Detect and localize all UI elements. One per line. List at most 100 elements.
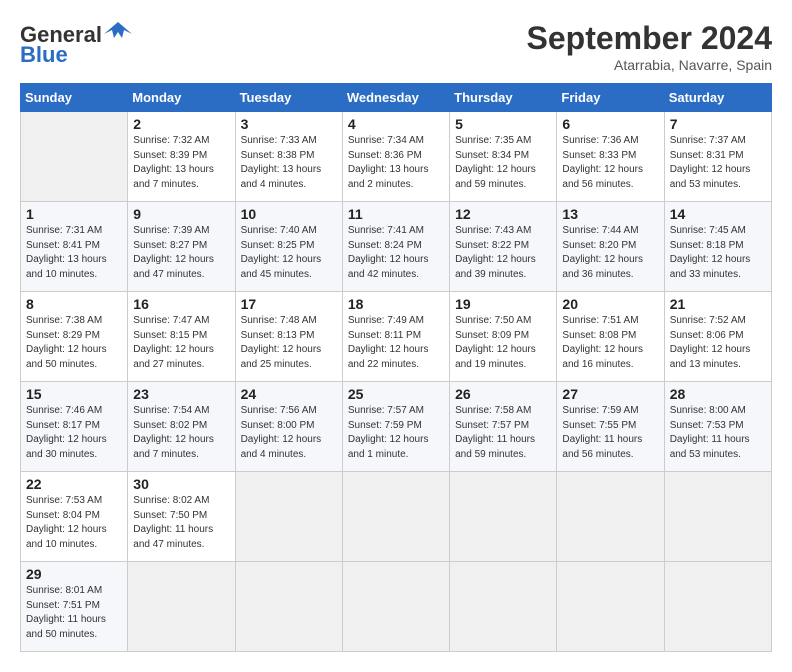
calendar-day-cell: 2 Sunrise: 7:32 AMSunset: 8:39 PMDaylight… (128, 112, 235, 202)
day-info: Sunrise: 8:01 AMSunset: 7:51 PMDaylight:… (26, 584, 122, 642)
day-number: 29 (26, 566, 122, 582)
calendar-table: Sunday Monday Tuesday Wednesday Thursday… (20, 83, 772, 652)
day-info: Sunrise: 7:57 AMSunset: 7:59 PMDaylight:… (348, 404, 444, 462)
day-number: 13 (562, 206, 658, 222)
calendar-day-cell: 4 Sunrise: 7:34 AMSunset: 8:36 PMDaylight… (342, 112, 449, 202)
calendar-day-cell (342, 472, 449, 562)
calendar-day-cell: 17 Sunrise: 7:48 AMSunset: 8:13 PMDayligh… (235, 292, 342, 382)
day-info: Sunrise: 7:32 AMSunset: 8:39 PMDaylight:… (133, 134, 229, 192)
logo-bird-icon (104, 20, 132, 42)
day-info: Sunrise: 7:36 AMSunset: 8:33 PMDaylight:… (562, 134, 658, 192)
day-info: Sunrise: 7:52 AMSunset: 8:06 PMDaylight:… (670, 314, 766, 372)
day-info: Sunrise: 7:46 AMSunset: 8:17 PMDaylight:… (26, 404, 122, 462)
calendar-day-cell (664, 562, 771, 652)
col-friday: Friday (557, 84, 664, 112)
month-year: September 2024 (527, 20, 772, 57)
calendar-day-cell: 12Sunrise: 7:43 AMSunset: 8:22 PMDayligh… (450, 202, 557, 292)
day-number: 25 (348, 386, 444, 402)
calendar-day-cell: 10 Sunrise: 7:40 AMSunset: 8:25 PMDayligh… (235, 202, 342, 292)
day-number: 27 (562, 386, 658, 402)
calendar-day-cell (664, 472, 771, 562)
calendar-day-cell: 21 Sunrise: 7:52 AMSunset: 8:06 PMDayligh… (664, 292, 771, 382)
day-info: Sunrise: 7:54 AMSunset: 8:02 PMDaylight:… (133, 404, 229, 462)
calendar-week-row: 2 Sunrise: 7:32 AMSunset: 8:39 PMDaylight… (21, 112, 772, 202)
day-number: 4 (348, 116, 444, 132)
day-info: Sunrise: 7:49 AMSunset: 8:11 PMDaylight:… (348, 314, 444, 372)
calendar-day-cell: 5 Sunrise: 7:35 AMSunset: 8:34 PMDaylight… (450, 112, 557, 202)
day-number: 2 (133, 116, 229, 132)
day-number: 30 (133, 476, 229, 492)
calendar-week-row: 29 Sunrise: 8:01 AMSunset: 7:51 PMDayligh… (21, 562, 772, 652)
calendar-day-cell (235, 562, 342, 652)
day-info: Sunrise: 7:40 AMSunset: 8:25 PMDaylight:… (241, 224, 337, 282)
day-info: Sunrise: 7:38 AMSunset: 8:29 PMDaylight:… (26, 314, 122, 372)
calendar-day-cell: 9 Sunrise: 7:39 AMSunset: 8:27 PMDaylight… (128, 202, 235, 292)
day-info: Sunrise: 7:48 AMSunset: 8:13 PMDaylight:… (241, 314, 337, 372)
day-info: Sunrise: 7:41 AMSunset: 8:24 PMDaylight:… (348, 224, 444, 282)
day-info: Sunrise: 7:34 AMSunset: 8:36 PMDaylight:… (348, 134, 444, 192)
day-number: 21 (670, 296, 766, 312)
day-info: Sunrise: 7:33 AMSunset: 8:38 PMDaylight:… (241, 134, 337, 192)
calendar-day-cell: 29 Sunrise: 8:01 AMSunset: 7:51 PMDayligh… (21, 562, 128, 652)
day-number: 3 (241, 116, 337, 132)
day-number: 28 (670, 386, 766, 402)
calendar-day-cell (342, 562, 449, 652)
calendar-day-cell: 13 Sunrise: 7:44 AMSunset: 8:20 PMDayligh… (557, 202, 664, 292)
location: Atarrabia, Navarre, Spain (527, 57, 772, 73)
day-number: 14 (670, 206, 766, 222)
calendar-day-cell (450, 472, 557, 562)
day-number: 22 (26, 476, 122, 492)
calendar-day-cell (128, 562, 235, 652)
day-number: 16 (133, 296, 229, 312)
day-number: 8 (26, 296, 122, 312)
calendar-day-cell: 20Sunrise: 7:51 AMSunset: 8:08 PMDayligh… (557, 292, 664, 382)
day-number: 24 (241, 386, 337, 402)
calendar-day-cell (21, 112, 128, 202)
day-number: 23 (133, 386, 229, 402)
day-number: 5 (455, 116, 551, 132)
calendar-day-cell: 19Sunrise: 7:50 AMSunset: 8:09 PMDayligh… (450, 292, 557, 382)
col-tuesday: Tuesday (235, 84, 342, 112)
calendar-week-row: 22 Sunrise: 7:53 AMSunset: 8:04 PMDayligh… (21, 472, 772, 562)
calendar-day-cell: 6Sunrise: 7:36 AMSunset: 8:33 PMDaylight… (557, 112, 664, 202)
day-info: Sunrise: 7:58 AMSunset: 7:57 PMDaylight:… (455, 404, 551, 462)
day-info: Sunrise: 7:39 AMSunset: 8:27 PMDaylight:… (133, 224, 229, 282)
day-info: Sunrise: 7:37 AMSunset: 8:31 PMDaylight:… (670, 134, 766, 192)
logo: General Blue (20, 20, 132, 68)
day-info: Sunrise: 7:47 AMSunset: 8:15 PMDaylight:… (133, 314, 229, 372)
page-header: General Blue September 2024 Atarrabia, N… (20, 20, 772, 73)
calendar-week-row: 1Sunrise: 7:31 AMSunset: 8:41 PMDaylight… (21, 202, 772, 292)
day-info: Sunrise: 7:50 AMSunset: 8:09 PMDaylight:… (455, 314, 551, 372)
day-number: 10 (241, 206, 337, 222)
day-info: Sunrise: 7:35 AMSunset: 8:34 PMDaylight:… (455, 134, 551, 192)
day-number: 26 (455, 386, 551, 402)
col-thursday: Thursday (450, 84, 557, 112)
calendar-day-cell: 3 Sunrise: 7:33 AMSunset: 8:38 PMDaylight… (235, 112, 342, 202)
calendar-day-cell: 24Sunrise: 7:56 AMSunset: 8:00 PMDayligh… (235, 382, 342, 472)
calendar-day-cell: 30Sunrise: 8:02 AMSunset: 7:50 PMDayligh… (128, 472, 235, 562)
calendar-week-row: 8 Sunrise: 7:38 AMSunset: 8:29 PMDaylight… (21, 292, 772, 382)
day-number: 7 (670, 116, 766, 132)
day-number: 17 (241, 296, 337, 312)
day-number: 11 (348, 206, 444, 222)
day-info: Sunrise: 7:53 AMSunset: 8:04 PMDaylight:… (26, 494, 122, 552)
calendar-day-cell: 18 Sunrise: 7:49 AMSunset: 8:11 PMDayligh… (342, 292, 449, 382)
day-number: 12 (455, 206, 551, 222)
calendar-day-cell: 7 Sunrise: 7:37 AMSunset: 8:31 PMDaylight… (664, 112, 771, 202)
calendar-day-cell: 15Sunrise: 7:46 AMSunset: 8:17 PMDayligh… (21, 382, 128, 472)
calendar-day-cell: 22 Sunrise: 7:53 AMSunset: 8:04 PMDayligh… (21, 472, 128, 562)
day-number: 1 (26, 206, 122, 222)
calendar-day-cell: 16 Sunrise: 7:47 AMSunset: 8:15 PMDayligh… (128, 292, 235, 382)
calendar-day-cell: 1Sunrise: 7:31 AMSunset: 8:41 PMDaylight… (21, 202, 128, 292)
col-saturday: Saturday (664, 84, 771, 112)
col-monday: Monday (128, 84, 235, 112)
day-number: 18 (348, 296, 444, 312)
day-info: Sunrise: 7:45 AMSunset: 8:18 PMDaylight:… (670, 224, 766, 282)
calendar-day-cell: 14 Sunrise: 7:45 AMSunset: 8:18 PMDayligh… (664, 202, 771, 292)
day-number: 9 (133, 206, 229, 222)
day-info: Sunrise: 7:51 AMSunset: 8:08 PMDaylight:… (562, 314, 658, 372)
calendar-day-cell (235, 472, 342, 562)
calendar-day-cell: 25 Sunrise: 7:57 AMSunset: 7:59 PMDayligh… (342, 382, 449, 472)
col-sunday: Sunday (21, 84, 128, 112)
day-info: Sunrise: 7:44 AMSunset: 8:20 PMDaylight:… (562, 224, 658, 282)
